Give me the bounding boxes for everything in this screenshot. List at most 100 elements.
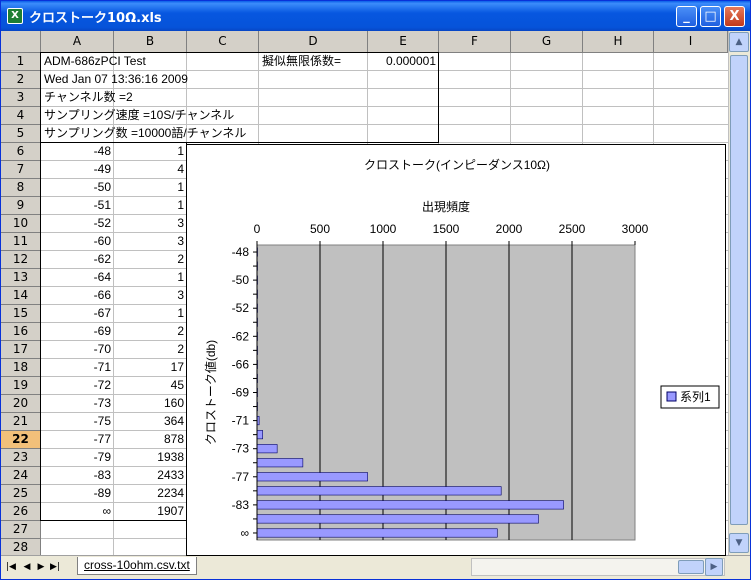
column-header-h[interactable]: H [583, 31, 654, 53]
scroll-down-button[interactable]: ▼ [729, 533, 749, 553]
cell-a13[interactable]: -64 [41, 269, 114, 287]
column-header-f[interactable]: F [439, 31, 511, 53]
cell-a11[interactable]: -60 [41, 233, 114, 251]
cell-a24[interactable]: -83 [41, 467, 114, 485]
cell-a18[interactable]: -71 [41, 359, 114, 377]
row-header-5[interactable]: 5 [1, 125, 41, 143]
row-header-11[interactable]: 11 [1, 233, 41, 251]
column-header-a[interactable]: A [41, 31, 114, 53]
cell-a23[interactable]: -79 [41, 449, 114, 467]
row-header-28[interactable]: 28 [1, 539, 41, 555]
row-header-4[interactable]: 4 [1, 107, 41, 125]
cell-b22[interactable]: 878 [114, 431, 187, 449]
cell-b19[interactable]: 45 [114, 377, 187, 395]
scroll-right-button[interactable]: ▶ [705, 558, 723, 576]
cell-a7[interactable]: -49 [41, 161, 114, 179]
cell-a1[interactable]: ADM-686zPCI Test [41, 53, 146, 71]
chart[interactable]: クロストーク(インピーダンス10Ω) 出現頻度 0 500 1000 1500 2000 25… [186, 144, 726, 556]
row-header-7[interactable]: 7 [1, 161, 41, 179]
horizontal-scrollbar[interactable]: ▶ [471, 558, 725, 576]
cell-a9[interactable]: -51 [41, 197, 114, 215]
cell-b13[interactable]: 1 [114, 269, 187, 287]
cell-a10[interactable]: -52 [41, 215, 114, 233]
cell-a19[interactable]: -72 [41, 377, 114, 395]
vertical-scrollbar[interactable]: ▲ ▼ [728, 31, 750, 555]
cell-b21[interactable]: 364 [114, 413, 187, 431]
row-header-16[interactable]: 16 [1, 323, 41, 341]
cell-a4[interactable]: サンプリング速度 =10S/チャンネル [41, 107, 234, 125]
row-header-6[interactable]: 6 [1, 143, 41, 161]
cell-b10[interactable]: 3 [114, 215, 187, 233]
cell-b7[interactable]: 4 [114, 161, 187, 179]
cell-b23[interactable]: 1938 [114, 449, 187, 467]
row-header-15[interactable]: 15 [1, 305, 41, 323]
cell-b11[interactable]: 3 [114, 233, 187, 251]
prev-sheet-icon[interactable]: ◀ [21, 560, 33, 574]
row-header-14[interactable]: 14 [1, 287, 41, 305]
cell-a26[interactable]: ∞ [41, 503, 114, 521]
row-header-10[interactable]: 10 [1, 215, 41, 233]
horizontal-scroll-thumb[interactable] [678, 560, 704, 574]
cell-a5[interactable]: サンプリング数 =10000語/チャンネル [41, 125, 246, 143]
last-sheet-icon[interactable]: ▶| [49, 560, 61, 574]
row-header-2[interactable]: 2 [1, 71, 41, 89]
row-header-9[interactable]: 9 [1, 197, 41, 215]
column-header-e[interactable]: E [368, 31, 439, 53]
row-header-12[interactable]: 12 [1, 251, 41, 269]
cell-a25[interactable]: -89 [41, 485, 114, 503]
cell-e1[interactable]: 0.000001 [368, 53, 439, 71]
cell-b15[interactable]: 1 [114, 305, 187, 323]
cell-a12[interactable]: -62 [41, 251, 114, 269]
next-sheet-icon[interactable]: ▶ [35, 560, 47, 574]
row-header-26[interactable]: 26 [1, 503, 41, 521]
cell-b17[interactable]: 2 [114, 341, 187, 359]
cell-a14[interactable]: -66 [41, 287, 114, 305]
cell-b18[interactable]: 17 [114, 359, 187, 377]
row-header-27[interactable]: 27 [1, 521, 41, 539]
cell-a17[interactable]: -70 [41, 341, 114, 359]
cell-b8[interactable]: 1 [114, 179, 187, 197]
excel-app-icon[interactable]: X [7, 8, 23, 24]
row-header-22[interactable]: 22 [1, 431, 41, 449]
title-bar[interactable]: X クロストーク10Ω.xls _ □ X [1, 1, 750, 31]
cell-b6[interactable]: 1 [114, 143, 187, 161]
select-all-corner[interactable] [1, 31, 41, 53]
cell-a20[interactable]: -73 [41, 395, 114, 413]
close-button[interactable]: X [724, 6, 745, 27]
cell-b20[interactable]: 160 [114, 395, 187, 413]
cell-b14[interactable]: 3 [114, 287, 187, 305]
cell-b12[interactable]: 2 [114, 251, 187, 269]
cell-b25[interactable]: 2234 [114, 485, 187, 503]
row-header-17[interactable]: 17 [1, 341, 41, 359]
cell-a15[interactable]: -67 [41, 305, 114, 323]
row-header-20[interactable]: 20 [1, 395, 41, 413]
row-header-1[interactable]: 1 [1, 53, 41, 71]
cell-a2[interactable]: Wed Jan 07 13:36:16 2009 [41, 71, 188, 89]
row-header-24[interactable]: 24 [1, 467, 41, 485]
cell-a22[interactable]: -77 [41, 431, 114, 449]
cell-a16[interactable]: -69 [41, 323, 114, 341]
vertical-scroll-thumb[interactable] [730, 55, 748, 525]
column-header-g[interactable]: G [511, 31, 583, 53]
row-header-21[interactable]: 21 [1, 413, 41, 431]
minimize-button[interactable]: _ [676, 6, 697, 27]
cell-b16[interactable]: 2 [114, 323, 187, 341]
row-header-13[interactable]: 13 [1, 269, 41, 287]
first-sheet-icon[interactable]: |◀ [5, 560, 17, 574]
scroll-up-button[interactable]: ▲ [729, 32, 749, 52]
column-header-d[interactable]: D [259, 31, 368, 53]
row-header-3[interactable]: 3 [1, 89, 41, 107]
cell-a21[interactable]: -75 [41, 413, 114, 431]
row-header-18[interactable]: 18 [1, 359, 41, 377]
sheet-tab[interactable]: cross-10ohm.csv.txt [77, 557, 197, 575]
row-header-25[interactable]: 25 [1, 485, 41, 503]
column-header-b[interactable]: B [114, 31, 187, 53]
column-header-c[interactable]: C [187, 31, 259, 53]
maximize-button[interactable]: □ [700, 6, 721, 27]
row-header-23[interactable]: 23 [1, 449, 41, 467]
cell-b9[interactable]: 1 [114, 197, 187, 215]
cell-b26[interactable]: 1907 [114, 503, 187, 521]
cell-a6[interactable]: -48 [41, 143, 114, 161]
cell-b24[interactable]: 2433 [114, 467, 187, 485]
cell-a3[interactable]: チャンネル数 =2 [41, 89, 133, 107]
